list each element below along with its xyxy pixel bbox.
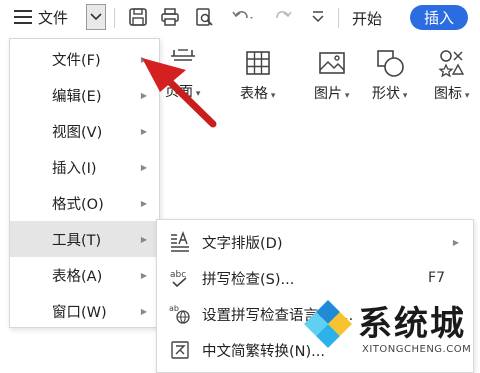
ribbon-table-label: 表格 (240, 83, 275, 103)
chevron-right-icon: ▶ (140, 90, 147, 100)
submenu-item-label: 文字排版(D) (202, 235, 283, 252)
ribbon-table-button[interactable]: 表格 (240, 48, 275, 103)
text-layout-icon (169, 231, 191, 253)
menu-item-label: 插入(I) (52, 160, 97, 177)
ribbon-page-label: 页面 (165, 81, 200, 101)
top-toolbar: 文件 开始 插入 (0, 0, 480, 36)
menu-item-label: 表格(A) (52, 268, 103, 285)
menu-item-label: 窗口(W) (52, 304, 107, 321)
ribbon-page-button[interactable]: 页面 (165, 46, 200, 101)
page-icon (170, 49, 195, 61)
print-icon[interactable] (158, 5, 182, 29)
chinese-convert-icon (169, 339, 191, 361)
ribbon-icons-label: 图标 (434, 83, 469, 103)
menu-item-label: 工具(T) (52, 232, 102, 249)
chevron-right-icon: ▶ (140, 270, 147, 280)
tab-insert[interactable]: 插入 (410, 5, 468, 30)
menu-item-edit[interactable]: 编辑(E) ▶ (10, 77, 159, 113)
menu-item-window[interactable]: 窗口(W) ▶ (10, 293, 159, 329)
menu-item-insert[interactable]: 插入(I) ▶ (10, 149, 159, 185)
chevron-right-icon: ▶ (452, 237, 459, 247)
file-menu-label: 文件 (38, 8, 69, 27)
redo-icon[interactable] (272, 5, 296, 29)
chevron-right-icon: ▶ (140, 306, 147, 316)
print-preview-icon[interactable] (192, 5, 216, 29)
menu-item-label: 文件(F) (52, 52, 101, 69)
file-menu-button[interactable]: 文件 (14, 3, 68, 31)
menu-item-format[interactable]: 格式(O) ▶ (10, 185, 159, 221)
menu-item-tools[interactable]: 工具(T) ▶ (10, 221, 159, 257)
ribbon-picture-button[interactable]: 图片 (314, 48, 349, 103)
menu-item-label: 编辑(E) (52, 88, 102, 105)
icons-icon (438, 50, 464, 78)
spellcheck-icon: abc (169, 267, 191, 289)
tab-start[interactable]: 开始 (352, 4, 382, 32)
menu-item-file[interactable]: 文件(F) ▶ (10, 41, 159, 77)
menu-item-view[interactable]: 视图(V) ▶ (10, 113, 159, 149)
watermark-chinese-text: 系统城 (358, 304, 466, 344)
watermark-url-text: XITONGCHENG.COM (362, 344, 472, 355)
spellcheck-language-icon: ab (169, 303, 191, 325)
svg-text:abc: abc (170, 270, 186, 280)
shapes-icon (376, 50, 404, 77)
hamburger-icon (14, 10, 32, 24)
ribbon-picture-label: 图片 (314, 83, 349, 103)
chevron-down-icon (90, 13, 102, 21)
chevron-right-icon: ▶ (140, 162, 147, 172)
main-dropdown-menu: 文件(F) ▶ 编辑(E) ▶ 视图(V) ▶ 插入(I) ▶ 格式(O) ▶ … (9, 38, 160, 328)
ribbon-icons-button[interactable]: 图标 (434, 48, 469, 103)
undo-icon[interactable] (228, 5, 258, 29)
submenu-item-text-layout[interactable]: 文字排版(D) ▶ (157, 224, 473, 260)
chevron-right-icon: ▶ (140, 54, 147, 64)
menu-item-label: 视图(V) (52, 124, 103, 141)
toolbar-divider (114, 8, 115, 28)
picture-icon (318, 52, 345, 74)
chevron-right-icon: ▶ (140, 234, 147, 244)
watermark-logo-icon (304, 300, 352, 348)
chevron-right-icon: ▶ (140, 126, 147, 136)
save-icon[interactable] (126, 5, 150, 29)
menu-item-label: 格式(O) (52, 196, 104, 213)
file-dropdown-button[interactable] (86, 4, 106, 30)
chevron-right-icon: ▶ (140, 198, 147, 208)
svg-text:ab: ab (169, 304, 179, 313)
customize-icon[interactable] (306, 5, 330, 29)
table-icon (245, 51, 270, 75)
ribbon-shapes-button[interactable]: 形状 (372, 48, 407, 103)
watermark: 系统城 XITONGCHENG.COM (300, 282, 476, 372)
ribbon-shapes-label: 形状 (372, 83, 407, 103)
submenu-item-label: 拼写检查(S)... (202, 271, 295, 288)
menu-item-table[interactable]: 表格(A) ▶ (10, 257, 159, 293)
toolbar-divider (338, 8, 339, 28)
